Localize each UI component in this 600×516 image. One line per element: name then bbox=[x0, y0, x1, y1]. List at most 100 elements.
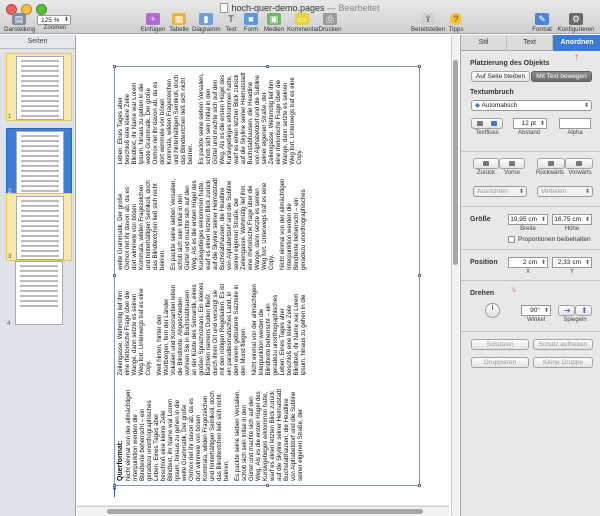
view-icon: ▤ bbox=[12, 13, 26, 25]
rotation-wheel[interactable] bbox=[485, 303, 500, 318]
move-with-text-button[interactable]: Mit Text bewegen bbox=[531, 71, 592, 82]
height-field[interactable]: 16,75 cm bbox=[552, 214, 592, 225]
width-field[interactable]: 19,95 cm bbox=[508, 214, 548, 225]
paragraph: Es packte seine sieben Versalien, schob … bbox=[170, 177, 275, 270]
page-number: 4 bbox=[7, 321, 11, 327]
configure-button[interactable]: ⚙ Konfigurieren bbox=[556, 13, 596, 33]
page-preview bbox=[16, 196, 64, 260]
scroll-thumb[interactable] bbox=[107, 509, 423, 514]
inspector-tabs: Stil Text Anordnen bbox=[461, 35, 600, 51]
wrap-mode-select[interactable]: ◆ Automatisch bbox=[471, 100, 592, 111]
page-thumbnails-sidebar: Seiten 1 2 3 4 bbox=[0, 35, 76, 516]
document-page[interactable]: Querformat: Nicht einmal von der allmäch… bbox=[77, 35, 449, 505]
share-icon: ⇪ bbox=[421, 13, 435, 25]
scroll-thumb[interactable] bbox=[453, 60, 458, 265]
page-thumbnail-3[interactable]: 3 bbox=[6, 193, 72, 261]
y-field[interactable]: 2,33 cm bbox=[552, 257, 592, 268]
page-thumbnail-2[interactable]: 2 bbox=[6, 128, 72, 196]
flow-both-icon bbox=[491, 121, 497, 126]
page-thumbnail-1[interactable]: 1 bbox=[6, 53, 72, 121]
text-insertion-point bbox=[113, 487, 116, 497]
print-button[interactable]: ⎙ Drucken bbox=[318, 13, 342, 33]
page-preview bbox=[16, 131, 64, 195]
toolbar: hoch-quer-demo.pages — Bearbeitet ▤ Dars… bbox=[0, 0, 600, 34]
paragraph: Weit hinten, hinter den Wortbergen, fern… bbox=[156, 282, 247, 376]
bring-forward-button[interactable] bbox=[565, 158, 593, 169]
rotate-title: Drehen bbox=[470, 290, 495, 297]
sidebar-header: Seiten bbox=[0, 35, 75, 49]
tab-arrange[interactable]: Anordnen bbox=[553, 35, 600, 51]
chart-button[interactable]: ▮ Diagramm bbox=[192, 13, 221, 33]
align-select[interactable]: Ausrichten bbox=[473, 186, 527, 197]
flip-horizontal-icon: ➔ bbox=[564, 306, 571, 315]
bring-to-front-button[interactable] bbox=[499, 158, 525, 169]
gear-icon: ⚙ bbox=[569, 13, 583, 25]
table-button[interactable]: ▦ Tabelle bbox=[168, 13, 190, 33]
stay-on-page-button[interactable]: Auf Seite bleiben bbox=[471, 71, 530, 82]
chart-icon: ▮ bbox=[199, 13, 213, 25]
text-icon: T bbox=[224, 13, 238, 25]
comment-button[interactable]: ▭ Kommentar bbox=[287, 13, 319, 33]
window-title: hoch-quer-demo.pages — Bearbeitet bbox=[0, 3, 600, 13]
size-section bbox=[461, 206, 600, 207]
annotation-arrow-up-icon: ↑ bbox=[574, 52, 579, 63]
page-number: 1 bbox=[8, 114, 12, 120]
rotated-text-content[interactable]: Querformat: Nicht einmal von der allmäch… bbox=[115, 67, 419, 485]
text-button[interactable]: T Text bbox=[222, 13, 240, 33]
constrain-label: Proportionen beibehalten bbox=[518, 236, 591, 243]
tips-button[interactable]: ? Tipps bbox=[446, 13, 466, 33]
width-label: Breite bbox=[520, 226, 536, 232]
height-label: Höhe bbox=[564, 226, 580, 232]
backward-icon bbox=[548, 161, 554, 166]
flow-left-icon bbox=[477, 121, 483, 126]
page-thumbnail-4[interactable]: 4 bbox=[6, 259, 72, 327]
rotated-text-clip: Querformat: Nicht einmal von der allmäch… bbox=[115, 67, 419, 485]
shape-button[interactable]: ■ Form bbox=[242, 13, 260, 33]
vertical-scrollbar[interactable] bbox=[451, 35, 459, 516]
insert-button[interactable]: + Einfügen bbox=[140, 13, 166, 33]
tab-style[interactable]: Stil bbox=[461, 35, 507, 51]
page-preview bbox=[15, 261, 63, 325]
angle-field[interactable]: 90° bbox=[521, 305, 551, 316]
zoom-label: Zoomen bbox=[43, 24, 67, 31]
unlock-button[interactable]: Schutz aufheben bbox=[533, 339, 593, 350]
lock-button[interactable]: Schützen bbox=[471, 339, 529, 350]
send-to-back-button[interactable] bbox=[473, 158, 499, 169]
media-button[interactable]: ▣ Medien bbox=[262, 13, 286, 33]
flip-horizontal-button[interactable]: ➔ bbox=[558, 305, 575, 316]
horizontal-scrollbar[interactable] bbox=[77, 506, 449, 516]
comment-icon: ▭ bbox=[295, 13, 309, 25]
wrap-title: Textumbruch bbox=[470, 89, 514, 96]
media-icon: ▣ bbox=[267, 13, 281, 25]
annotation-arrow-down-icon: ↓ bbox=[508, 283, 519, 296]
table-icon: ▦ bbox=[172, 13, 186, 25]
flip-vertical-button[interactable]: ⬆ bbox=[575, 305, 592, 316]
distribute-select[interactable]: Verteilen bbox=[537, 186, 593, 197]
back-icon bbox=[483, 161, 489, 166]
send-backward-button[interactable] bbox=[537, 158, 565, 169]
pages-window: hoch-quer-demo.pages — Bearbeitet ▤ Dars… bbox=[0, 0, 600, 516]
format-button[interactable]: ✎ Format bbox=[530, 13, 554, 33]
forward-icon bbox=[576, 161, 582, 166]
x-field[interactable]: 2 cm bbox=[508, 257, 548, 268]
front-icon bbox=[509, 161, 515, 166]
constrain-checkbox[interactable] bbox=[508, 236, 515, 243]
page-preview bbox=[16, 56, 64, 120]
share-button[interactable]: ⇪ Bereitstellen bbox=[411, 13, 445, 33]
alpha-field[interactable] bbox=[559, 118, 591, 129]
y-label: Y bbox=[569, 269, 574, 275]
document-heading: Querformat: bbox=[117, 440, 124, 481]
paragraph: Nicht einmal von der allmächtigen Interp… bbox=[125, 389, 230, 481]
text-flow-control[interactable] bbox=[471, 118, 503, 129]
view-button[interactable]: ▤ Darstellung bbox=[4, 13, 35, 33]
size-title: Größe bbox=[470, 216, 491, 223]
angle-label: Winkel bbox=[526, 317, 545, 323]
document-icon bbox=[220, 3, 229, 13]
wrap-spacing-field[interactable]: 12 pt bbox=[513, 118, 547, 129]
ungroup-button[interactable]: Keine Gruppe bbox=[533, 357, 593, 368]
help-icon: ? bbox=[450, 13, 462, 25]
flip-vertical-icon: ⬆ bbox=[581, 306, 588, 315]
tab-text[interactable]: Text bbox=[507, 35, 553, 51]
format-inspector: Stil Text Anordnen ↑ Platzierung des Obj… bbox=[460, 35, 600, 516]
group-button[interactable]: Gruppieren bbox=[471, 357, 529, 368]
